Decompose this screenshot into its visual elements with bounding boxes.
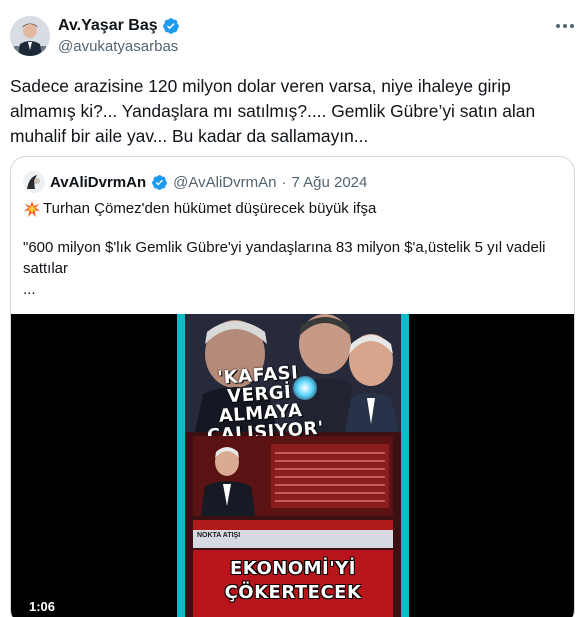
quoted-profile-photo-icon bbox=[23, 171, 45, 193]
collision-icon bbox=[23, 200, 41, 218]
bottom-banner: EKONOMİ'Yİ ÇÖKERTECEK bbox=[193, 550, 393, 617]
quoted-headline: Turhan Çömez'den hükümet düşürecek büyük… bbox=[23, 199, 376, 219]
video-player[interactable]: 'KAFASI VERGİ ALMAYA ÇALIŞIYOR' NOKTA AT… bbox=[11, 314, 574, 617]
video-headline: 'KAFASI VERGİ ALMAYA ÇALIŞIYOR' bbox=[202, 362, 324, 446]
quoted-body: "600 milyon $'lık Gemlik Gübre'yi yandaş… bbox=[23, 239, 546, 298]
quoted-date[interactable]: 7 Ağu 2024 bbox=[291, 174, 367, 191]
ticker-strip bbox=[193, 520, 393, 530]
author-row: Av.Yaşar Baş bbox=[58, 16, 180, 36]
verified-badge-icon bbox=[162, 18, 179, 34]
dot-icon bbox=[563, 24, 567, 28]
author-handle[interactable]: @avukatyasarbas bbox=[58, 38, 178, 55]
caption-bar: NOKTA ATIŞI bbox=[193, 530, 393, 548]
quoted-avatar[interactable] bbox=[23, 171, 45, 193]
avatar[interactable] bbox=[10, 16, 50, 56]
tv-screen-area bbox=[193, 436, 393, 516]
dot-icon bbox=[570, 24, 574, 28]
author-name[interactable]: Av.Yaşar Baş bbox=[58, 17, 158, 35]
quoted-tweet[interactable]: AvAliDvrmAn @AvAliDvrmAn · 7 Ağu 2024 Tu… bbox=[10, 156, 575, 617]
dot-icon bbox=[556, 24, 560, 28]
more-options-button[interactable] bbox=[554, 18, 576, 34]
banner-line-2: ÇÖKERTECEK bbox=[224, 582, 362, 603]
tweet-text: Sadece arazisine 120 milyon dolar veren … bbox=[10, 76, 540, 146]
video-duration: 1:06 bbox=[29, 599, 56, 614]
quoted-headline-text: Turhan Çömez'den hükümet düşürecek büyük… bbox=[43, 200, 377, 217]
verified-badge-icon bbox=[152, 174, 168, 190]
meta-separator: · bbox=[281, 173, 287, 191]
quoted-author-handle[interactable]: @AvAliDvrmAn bbox=[173, 174, 276, 191]
banner-line-1: EKONOMİ'Yİ bbox=[230, 558, 356, 579]
thumbnail-content: 'KAFASI VERGİ ALMAYA ÇALIŞIYOR' NOKTA AT… bbox=[185, 314, 401, 617]
speaker-photo bbox=[193, 436, 263, 516]
caption-label: NOKTA ATIŞI bbox=[197, 532, 241, 539]
video-thumbnail: 'KAFASI VERGİ ALMAYA ÇALIŞIYOR' NOKTA AT… bbox=[177, 314, 409, 617]
data-table-graphic bbox=[271, 444, 389, 508]
glow-effect bbox=[293, 376, 317, 400]
quoted-author-name[interactable]: AvAliDvrmAn bbox=[50, 174, 146, 191]
quoted-header: AvAliDvrmAn @AvAliDvrmAn · 7 Ağu 2024 bbox=[23, 171, 367, 193]
profile-photo-icon bbox=[10, 16, 50, 56]
